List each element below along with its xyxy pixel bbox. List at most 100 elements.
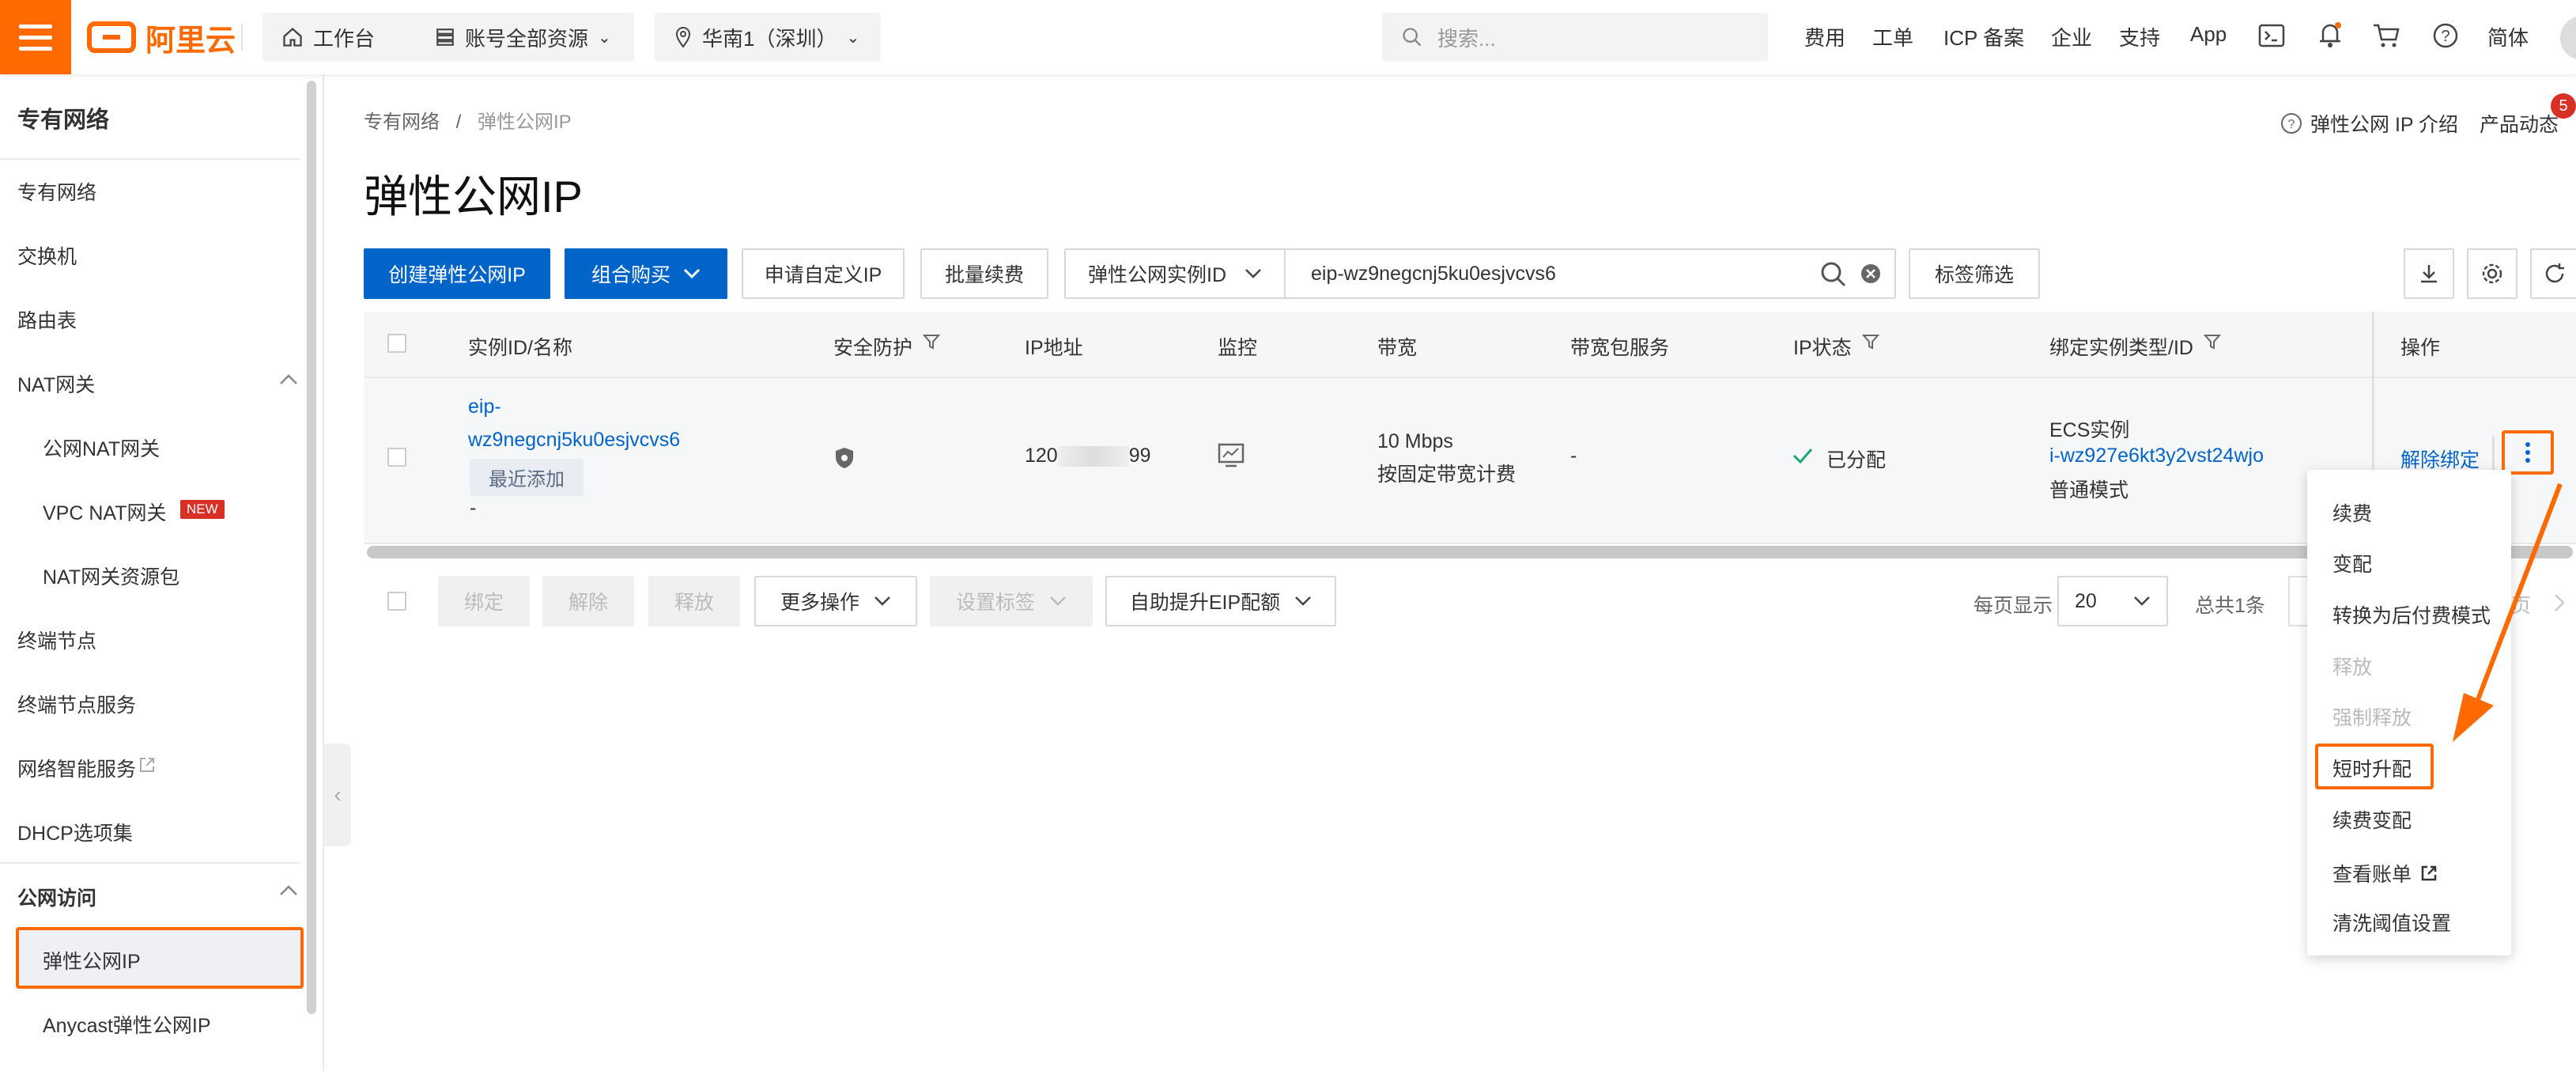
filter-icon[interactable] — [2203, 332, 2222, 351]
menu-item-renew[interactable]: 续费 — [2332, 498, 2372, 527]
link-tickets[interactable]: 工单 — [1872, 22, 1913, 51]
billing-method: 按固定带宽计费 — [1377, 464, 1517, 486]
download-icon — [2421, 265, 2437, 283]
view-bill-label: 查看账单 — [2332, 864, 2412, 886]
more-vertical-icon — [2525, 442, 2530, 463]
chevron-up-icon[interactable] — [278, 883, 299, 899]
ip-address: 120 99 — [1025, 445, 1151, 467]
sidebar-item-public-nat[interactable]: 公网NAT网关 — [43, 433, 160, 462]
create-eip-button[interactable]: 创建弹性公网IP — [364, 248, 550, 299]
chevron-up-icon[interactable] — [278, 372, 299, 388]
cart-icon[interactable] — [2372, 22, 2400, 49]
help-icon[interactable]: ? — [2432, 22, 2459, 49]
menu-item-view-bill[interactable]: 查看账单 — [2332, 859, 2438, 887]
filter-icon[interactable] — [922, 332, 941, 351]
filter-field-select[interactable]: 弹性公网实例ID — [1064, 248, 1286, 299]
row-checkbox[interactable] — [387, 448, 406, 467]
sidebar-item-vpc[interactable]: 专有网络 — [17, 177, 96, 206]
sidebar-item-network-intelligence[interactable]: 网络智能服务 — [17, 754, 136, 782]
column-bind-instance-label: 绑定实例类型/ID — [2049, 337, 2193, 359]
sidebar-collapse-handle[interactable]: ‹ — [324, 744, 351, 846]
terminal-icon[interactable] — [2258, 24, 2285, 47]
per-page-select[interactable]: 20 — [2057, 576, 2168, 626]
recently-added-tag: 最近添加 — [470, 459, 584, 496]
refresh-button[interactable] — [2530, 248, 2576, 299]
total-count: 总共1条 — [2195, 595, 2265, 617]
more-ops-dropdown[interactable]: 更多操作 — [754, 576, 917, 626]
chevron-down-icon — [874, 596, 890, 606]
breadcrumb-vpc[interactable]: 专有网络 — [364, 112, 440, 133]
column-security: 安全防护 — [833, 332, 941, 361]
sidebar-item-eip[interactable]: 弹性公网IP — [43, 946, 141, 974]
sidebar-item-endpoint-service[interactable]: 终端节点服务 — [17, 690, 136, 718]
workbench-label: 工作台 — [313, 26, 376, 51]
instance-id-line1[interactable]: eip- — [468, 395, 501, 418]
select-all-checkbox[interactable] — [387, 334, 406, 353]
unbind-link[interactable]: 解除绑定 — [2400, 445, 2480, 473]
menu-item-change-spec[interactable]: 变配 — [2332, 549, 2372, 577]
resources-dropdown[interactable]: 账号全部资源 ⌄ — [416, 13, 634, 62]
monitor-chart-icon[interactable] — [1218, 443, 1245, 468]
instance-id-line2[interactable]: wz9negcnj5ku0esjvcvs6 — [468, 429, 680, 452]
language-switch[interactable]: 简体 — [2487, 22, 2529, 51]
breadcrumb-current: 弹性公网IP — [478, 112, 572, 133]
menu-item-renew-change[interactable]: 续费变配 — [2332, 805, 2412, 834]
set-tags-label: 设置标签 — [955, 592, 1035, 614]
unbind-button[interactable]: 解除 — [542, 576, 634, 626]
more-actions-button[interactable] — [2502, 430, 2554, 475]
per-page-label: 每页显示 — [1974, 595, 2053, 617]
sidebar-item-vswitch[interactable]: 交换机 — [17, 241, 77, 270]
sidebar-item-dhcp[interactable]: DHCP选项集 — [17, 818, 133, 846]
sidebar-item-nat-gateway[interactable]: NAT网关 — [17, 369, 95, 398]
sidebar-item-nat-package[interactable]: NAT网关资源包 — [43, 562, 179, 590]
column-bandwidth: 带宽 — [1377, 337, 1418, 359]
global-search-input[interactable]: 搜索... — [1382, 13, 1768, 62]
bell-icon[interactable] — [2317, 21, 2344, 49]
search-value: eip-wz9negcnj5ku0esjvcvs6 — [1311, 262, 1556, 285]
bind-mode: 普通模式 — [2049, 479, 2129, 501]
settings-button[interactable] — [2467, 248, 2517, 299]
aliyun-logo[interactable]: 阿里云 — [87, 14, 236, 60]
raise-quota-dropdown[interactable]: 自助提升EIP配额 — [1105, 576, 1336, 626]
search-icon[interactable] — [1820, 261, 1847, 288]
sidebar-item-route-table[interactable]: 路由表 — [17, 305, 77, 334]
region-dropdown[interactable]: 华南1（深圳） ⌄ — [655, 13, 881, 62]
download-button[interactable] — [2404, 248, 2454, 299]
hamburger-menu-icon[interactable] — [0, 0, 71, 74]
sidebar-scrollbar[interactable] — [307, 81, 316, 1014]
bind-instance-id[interactable]: i-wz927e6kt3y2vst24wjo — [2049, 445, 2264, 467]
sidebar-item-anycast-eip[interactable]: Anycast弹性公网IP — [43, 1010, 211, 1039]
sidebar-item-endpoint[interactable]: 终端节点 — [17, 626, 96, 654]
intro-link[interactable]: ? 弹性公网 IP 介绍 — [2280, 109, 2458, 138]
sidebar-item-vpc-nat[interactable]: VPC NAT网关 — [43, 498, 167, 526]
release-button[interactable]: 释放 — [648, 576, 740, 626]
menu-item-release: 释放 — [2332, 657, 2373, 679]
link-fees[interactable]: 费用 — [1804, 22, 1845, 51]
region-label: 华南1（深圳） — [702, 26, 837, 51]
link-app[interactable]: App — [2190, 22, 2227, 47]
sidebar-section-public-access[interactable]: 公网访问 — [17, 883, 96, 911]
link-enterprise[interactable]: 企业 — [2051, 22, 2092, 51]
product-news-link[interactable]: 产品动态 — [2480, 109, 2559, 138]
clear-icon[interactable] — [1860, 263, 1882, 285]
stack-icon — [436, 28, 454, 46]
apply-custom-ip-button[interactable]: 申请自定义IP — [742, 248, 905, 299]
filter-icon[interactable] — [1861, 332, 1880, 351]
page-title: 弹性公网IP — [364, 172, 583, 221]
batch-renew-button[interactable]: 批量续费 — [920, 248, 1048, 299]
set-tags-dropdown[interactable]: 设置标签 — [930, 576, 1093, 626]
workbench-button[interactable]: 工作台 — [263, 13, 421, 62]
menu-item-short-term-upgrade[interactable]: 短时升配 — [2332, 754, 2412, 782]
column-instance-id: 实例ID/名称 — [468, 337, 572, 359]
table-horizontal-scrollbar[interactable] — [367, 546, 2573, 558]
link-support[interactable]: 支持 — [2119, 22, 2160, 51]
new-badge: NEW — [180, 500, 225, 519]
shield-icon[interactable] — [833, 446, 856, 470]
combo-buy-button[interactable]: 组合购买 — [565, 248, 727, 299]
instance-search-input[interactable]: eip-wz9negcnj5ku0esjvcvs6 — [1284, 248, 1896, 299]
menu-item-scrubbing-threshold[interactable]: 清洗阈值设置 — [2332, 908, 2451, 937]
tag-filter-button[interactable]: 标签筛选 — [1909, 248, 2040, 299]
footer-select-all-checkbox[interactable] — [387, 592, 406, 611]
bind-button[interactable]: 绑定 — [438, 576, 530, 626]
link-icp[interactable]: ICP 备案 — [1943, 22, 2024, 51]
